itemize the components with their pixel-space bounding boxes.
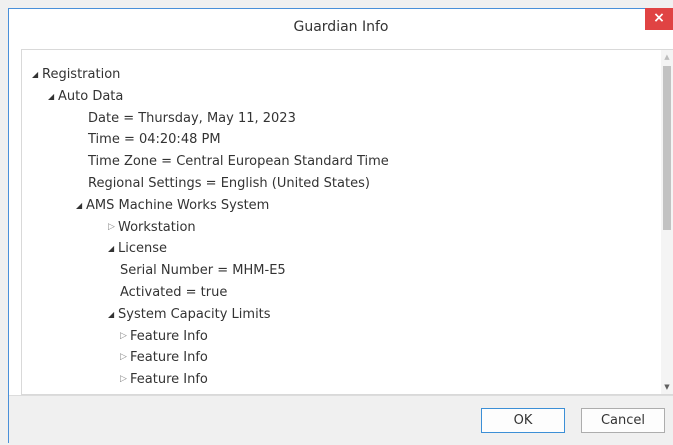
tree-item[interactable]: ◢ Auto Data	[22, 86, 662, 108]
tree-item-label: Activated = true	[120, 284, 228, 300]
guardian-info-dialog: Guardian Info × ◢ Registration ◢ Auto Data D…	[8, 8, 673, 445]
collapse-arrow-icon[interactable]: ◢	[32, 64, 42, 86]
expand-arrow-icon[interactable]: ▷	[120, 326, 130, 348]
ok-button[interactable]: OK	[481, 408, 565, 433]
vertical-scrollbar[interactable]: ▲ ▼	[661, 50, 673, 394]
tree-item-label: Regional Settings = English (United Stat…	[88, 175, 370, 191]
tree-item[interactable]: ◢ License	[22, 238, 662, 260]
tree-item[interactable]: Serial Number = MHM-E5	[22, 260, 662, 282]
collapse-arrow-icon[interactable]: ◢	[108, 238, 118, 260]
expand-arrow-icon[interactable]: ▷	[120, 347, 130, 369]
tree-item-label: Time Zone = Central European Standard Ti…	[88, 154, 389, 170]
close-button[interactable]: ×	[645, 8, 673, 30]
title-bar[interactable]: Guardian Info ×	[9, 8, 673, 49]
collapse-arrow-icon[interactable]: ◢	[108, 304, 118, 326]
expand-arrow-icon[interactable]: ▷	[108, 217, 118, 239]
tree-item[interactable]: Time = 04:20:48 PM	[22, 129, 662, 151]
tree-item[interactable]: Date = Thursday, May 11, 2023	[22, 108, 662, 130]
scroll-up-arrow-icon[interactable]: ▲	[661, 50, 673, 64]
tree-item[interactable]: ▷ Feature Info	[22, 347, 662, 369]
tree-item-label: Serial Number = MHM-E5	[120, 263, 286, 279]
collapse-arrow-icon[interactable]: ◢	[48, 86, 58, 108]
tree-item-label: Feature Info	[130, 372, 208, 388]
cancel-button[interactable]: Cancel	[581, 408, 665, 433]
tree-item-label: Feature Info	[130, 328, 208, 344]
tree-item-label: System Capacity Limits	[118, 306, 271, 322]
tree-item[interactable]: Regional Settings = English (United Stat…	[22, 173, 662, 195]
tree-list: ◢ Registration ◢ Auto Data Date = Thursday, …	[22, 64, 662, 391]
tree-item[interactable]: ▷ Feature Info	[22, 369, 662, 391]
tree-item[interactable]: Activated = true	[22, 282, 662, 304]
tree-item[interactable]: ◢ AMS Machine Works System	[22, 195, 662, 217]
tree-item[interactable]: ▷ Feature Info	[22, 326, 662, 348]
tree-item[interactable]: Time Zone = Central European Standard Ti…	[22, 151, 662, 173]
tree-item-label: License	[118, 241, 168, 257]
collapse-arrow-icon[interactable]: ◢	[76, 195, 86, 217]
tree-item-label: Registration	[42, 67, 121, 82]
scroll-down-arrow-icon[interactable]: ▼	[661, 380, 673, 394]
tree-item-label: Workstation	[118, 219, 196, 235]
tree-item[interactable]: ◢ System Capacity Limits	[22, 304, 662, 326]
tree-item-label: Feature Info	[130, 350, 208, 366]
dialog-footer: OK Cancel	[9, 395, 673, 445]
tree-item-label: Time = 04:20:48 PM	[88, 132, 221, 148]
expand-arrow-icon[interactable]: ▷	[120, 369, 130, 391]
scroll-thumb[interactable]	[663, 66, 671, 230]
tree-item-label: Auto Data	[58, 88, 124, 104]
tree-item[interactable]: ◢ Registration	[22, 64, 662, 86]
dialog-title: Guardian Info	[293, 19, 389, 35]
tree-item-label: Date = Thursday, May 11, 2023	[88, 110, 296, 126]
tree-item[interactable]: ▷ Workstation	[22, 217, 662, 239]
tree-item-label: AMS Machine Works System	[86, 197, 270, 213]
tree-view[interactable]: ◢ Registration ◢ Auto Data Date = Thursday, …	[21, 49, 673, 395]
